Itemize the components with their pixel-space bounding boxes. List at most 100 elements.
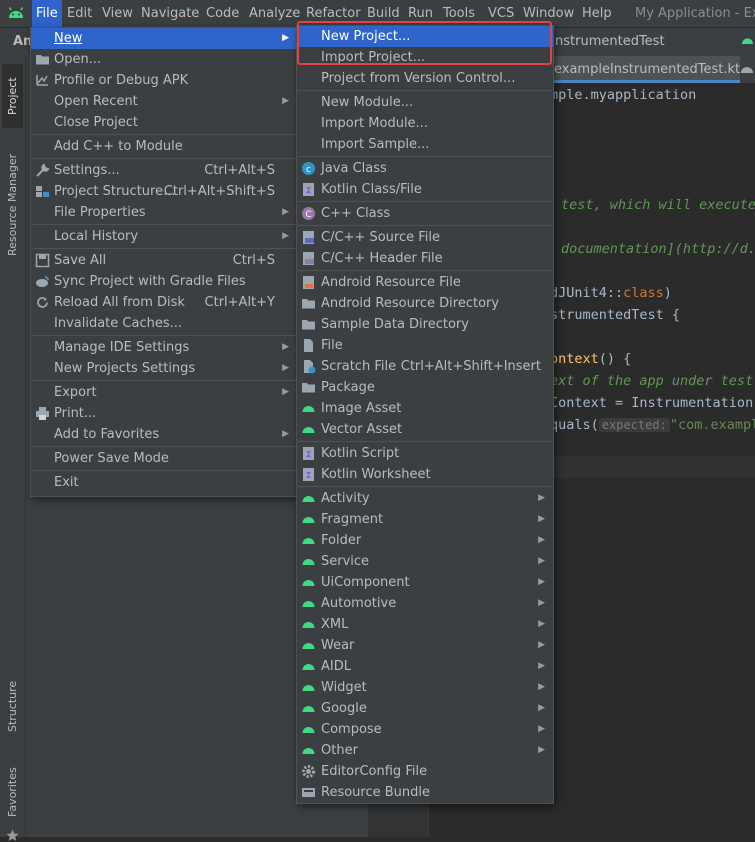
- file-menu-file-properties[interactable]: File Properties ▶: [31, 202, 297, 223]
- file-menu-exit[interactable]: Exit: [31, 472, 297, 493]
- new-menu-folder[interactable]: Folder ▶: [297, 530, 553, 551]
- menu-item-label: Compose: [321, 722, 382, 737]
- file-menu-add-cpp[interactable]: Add C++ to Module: [31, 136, 297, 157]
- tab-resource-manager[interactable]: Resource Manager: [2, 140, 23, 270]
- menu-item-label: Manage IDE Settings: [54, 340, 190, 355]
- menu-item-label: C++ Class: [321, 206, 391, 221]
- file-menu-new-projects-settings[interactable]: New Projects Settings ▶: [31, 358, 297, 379]
- submenu-arrow-icon: ▶: [538, 577, 545, 587]
- file-menu-print[interactable]: Print...: [31, 403, 297, 424]
- new-menu-aidl[interactable]: AIDL ▶: [297, 656, 553, 677]
- new-menu-kotlin-worksheet[interactable]: Kotlin Worksheet: [297, 464, 553, 485]
- file-menu-open-recent[interactable]: Open Recent ▶: [31, 91, 297, 112]
- tab-favorites[interactable]: Favorites: [2, 756, 23, 828]
- new-menu-widget[interactable]: Widget ▶: [297, 677, 553, 698]
- file-menu-close-project[interactable]: Close Project: [31, 112, 297, 133]
- parameter-hint: expected:: [598, 418, 670, 432]
- new-menu-uicomponent[interactable]: UiComponent ▶: [297, 572, 553, 593]
- file-menu-project-structure[interactable]: Project Structure... Ctrl+Alt+Shift+S: [31, 181, 297, 202]
- file-menu-invalidate-caches[interactable]: Invalidate Caches...: [31, 313, 297, 334]
- file-menu-add-favorites[interactable]: Add to Favorites ▶: [31, 424, 297, 445]
- file-menu-manage-ide-settings[interactable]: Manage IDE Settings ▶: [31, 337, 297, 358]
- menu-item-label: Close Project: [54, 115, 139, 130]
- menu-item-label: Open...: [54, 52, 102, 67]
- submenu-arrow-icon: ▶: [538, 535, 545, 545]
- new-menu-image-asset[interactable]: Image Asset: [297, 398, 553, 419]
- new-menu-compose[interactable]: Compose ▶: [297, 719, 553, 740]
- tab-structure[interactable]: Structure: [2, 668, 23, 744]
- folder-icon: [302, 320, 315, 330]
- resource-bundle-icon: [302, 788, 315, 797]
- new-menu-sample-data-directory[interactable]: Sample Data Directory: [297, 314, 553, 335]
- tab-example-instrumented-test[interactable]: exampleInstrumentedTest.kt: [550, 56, 740, 83]
- new-menu-kotlin-script[interactable]: Kotlin Script: [297, 443, 553, 464]
- file-menu-open[interactable]: Open...: [31, 49, 297, 70]
- new-menu-resource-bundle[interactable]: Resource Bundle: [297, 782, 553, 803]
- menu-item-label: Sync Project with Gradle Files: [54, 274, 246, 289]
- window-title: My Application - Exa: [635, 6, 755, 21]
- menu-view[interactable]: View: [98, 0, 137, 27]
- new-menu-fragment[interactable]: Fragment ▶: [297, 509, 553, 530]
- new-menu-android-resource-file[interactable]: Android Resource File: [297, 272, 553, 293]
- menu-separator: [32, 224, 296, 225]
- file-menu-local-history[interactable]: Local History ▶: [31, 226, 297, 247]
- file-menu-reload-disk[interactable]: Reload All from Disk Ctrl+Alt+Y: [31, 292, 297, 313]
- new-menu-cpp-class[interactable]: C C++ Class: [297, 203, 553, 224]
- menu-help[interactable]: Help: [578, 0, 616, 27]
- new-menu-vector-asset[interactable]: Vector Asset: [297, 419, 553, 440]
- android-icon: [302, 538, 315, 544]
- new-menu-wear[interactable]: Wear ▶: [297, 635, 553, 656]
- file-menu-sync-gradle[interactable]: Sync Project with Gradle Files: [31, 271, 297, 292]
- file-menu-power-save-mode[interactable]: Power Save Mode: [31, 448, 297, 469]
- file-menu-profile-debug-apk[interactable]: Profile or Debug APK: [31, 70, 297, 91]
- breadcrumb-file[interactable]: nstrumentedTest: [555, 28, 665, 56]
- new-menu-automotive[interactable]: Automotive ▶: [297, 593, 553, 614]
- annotation-highlight-box: [297, 21, 552, 65]
- menu-analyze[interactable]: Analyze: [245, 0, 304, 27]
- new-menu-scratch-file[interactable]: Scratch File Ctrl+Alt+Shift+Insert: [297, 356, 553, 377]
- menu-item-label: UiComponent: [321, 575, 410, 590]
- gradle-sync-icon: [36, 276, 49, 287]
- menu-shortcut: Ctrl+S: [232, 253, 275, 268]
- code-comment-line: ext of the app under test: [550, 373, 754, 389]
- new-menu-other[interactable]: Other ▶: [297, 740, 553, 761]
- new-menu-google[interactable]: Google ▶: [297, 698, 553, 719]
- android-icon: [302, 406, 315, 412]
- tab-project[interactable]: Project: [2, 64, 23, 128]
- file-menu-settings[interactable]: Settings... Ctrl+Alt+S: [31, 160, 297, 181]
- menu-item-label: Kotlin Worksheet: [321, 467, 431, 482]
- new-menu-xml[interactable]: XML ▶: [297, 614, 553, 635]
- menu-item-label: Widget: [321, 680, 367, 695]
- menu-separator: [32, 134, 296, 135]
- new-menu-package[interactable]: Package: [297, 377, 553, 398]
- submenu-arrow-icon: ▶: [538, 724, 545, 734]
- menu-code[interactable]: Code: [202, 0, 243, 27]
- file-menu-save-all[interactable]: Save All Ctrl+S: [31, 250, 297, 271]
- new-menu-import-sample[interactable]: Import Sample...: [297, 134, 553, 155]
- new-menu-new-module[interactable]: New Module...: [297, 92, 553, 113]
- file-menu-export[interactable]: Export ▶: [31, 382, 297, 403]
- menu-item-label: File: [321, 338, 343, 353]
- menu-shortcut: Ctrl+Alt+S: [204, 163, 275, 178]
- android-run-config-icon[interactable]: [740, 33, 755, 48]
- new-menu-cpp-header[interactable]: C/C++ Header File: [297, 248, 553, 269]
- new-menu-file[interactable]: File: [297, 335, 553, 356]
- submenu-arrow-icon: ▶: [538, 514, 545, 524]
- new-menu-android-resource-directory[interactable]: Android Resource Directory: [297, 293, 553, 314]
- menu-item-label: C/C++ Header File: [321, 251, 443, 266]
- menu-item-label: EditorConfig File: [321, 764, 428, 779]
- new-menu-editorconfig-file[interactable]: EditorConfig File: [297, 761, 553, 782]
- svg-text:c: c: [306, 165, 311, 175]
- file-menu-new[interactable]: New ▶: [31, 28, 297, 49]
- code-token: dJUnit4::: [550, 285, 624, 301]
- new-menu-java-class[interactable]: c Java Class: [297, 158, 553, 179]
- new-menu-activity[interactable]: Activity ▶: [297, 488, 553, 509]
- new-menu-project-from-vcs[interactable]: Project from Version Control...: [297, 68, 553, 89]
- new-menu-kotlin-class[interactable]: Kotlin Class/File: [297, 179, 553, 200]
- new-menu-service[interactable]: Service ▶: [297, 551, 553, 572]
- new-menu-import-module[interactable]: Import Module...: [297, 113, 553, 134]
- new-menu-cpp-source[interactable]: C/C++ Source File: [297, 227, 553, 248]
- menu-file[interactable]: File: [32, 0, 62, 27]
- menu-edit[interactable]: Edit: [63, 0, 96, 27]
- menu-navigate[interactable]: Navigate: [137, 0, 203, 27]
